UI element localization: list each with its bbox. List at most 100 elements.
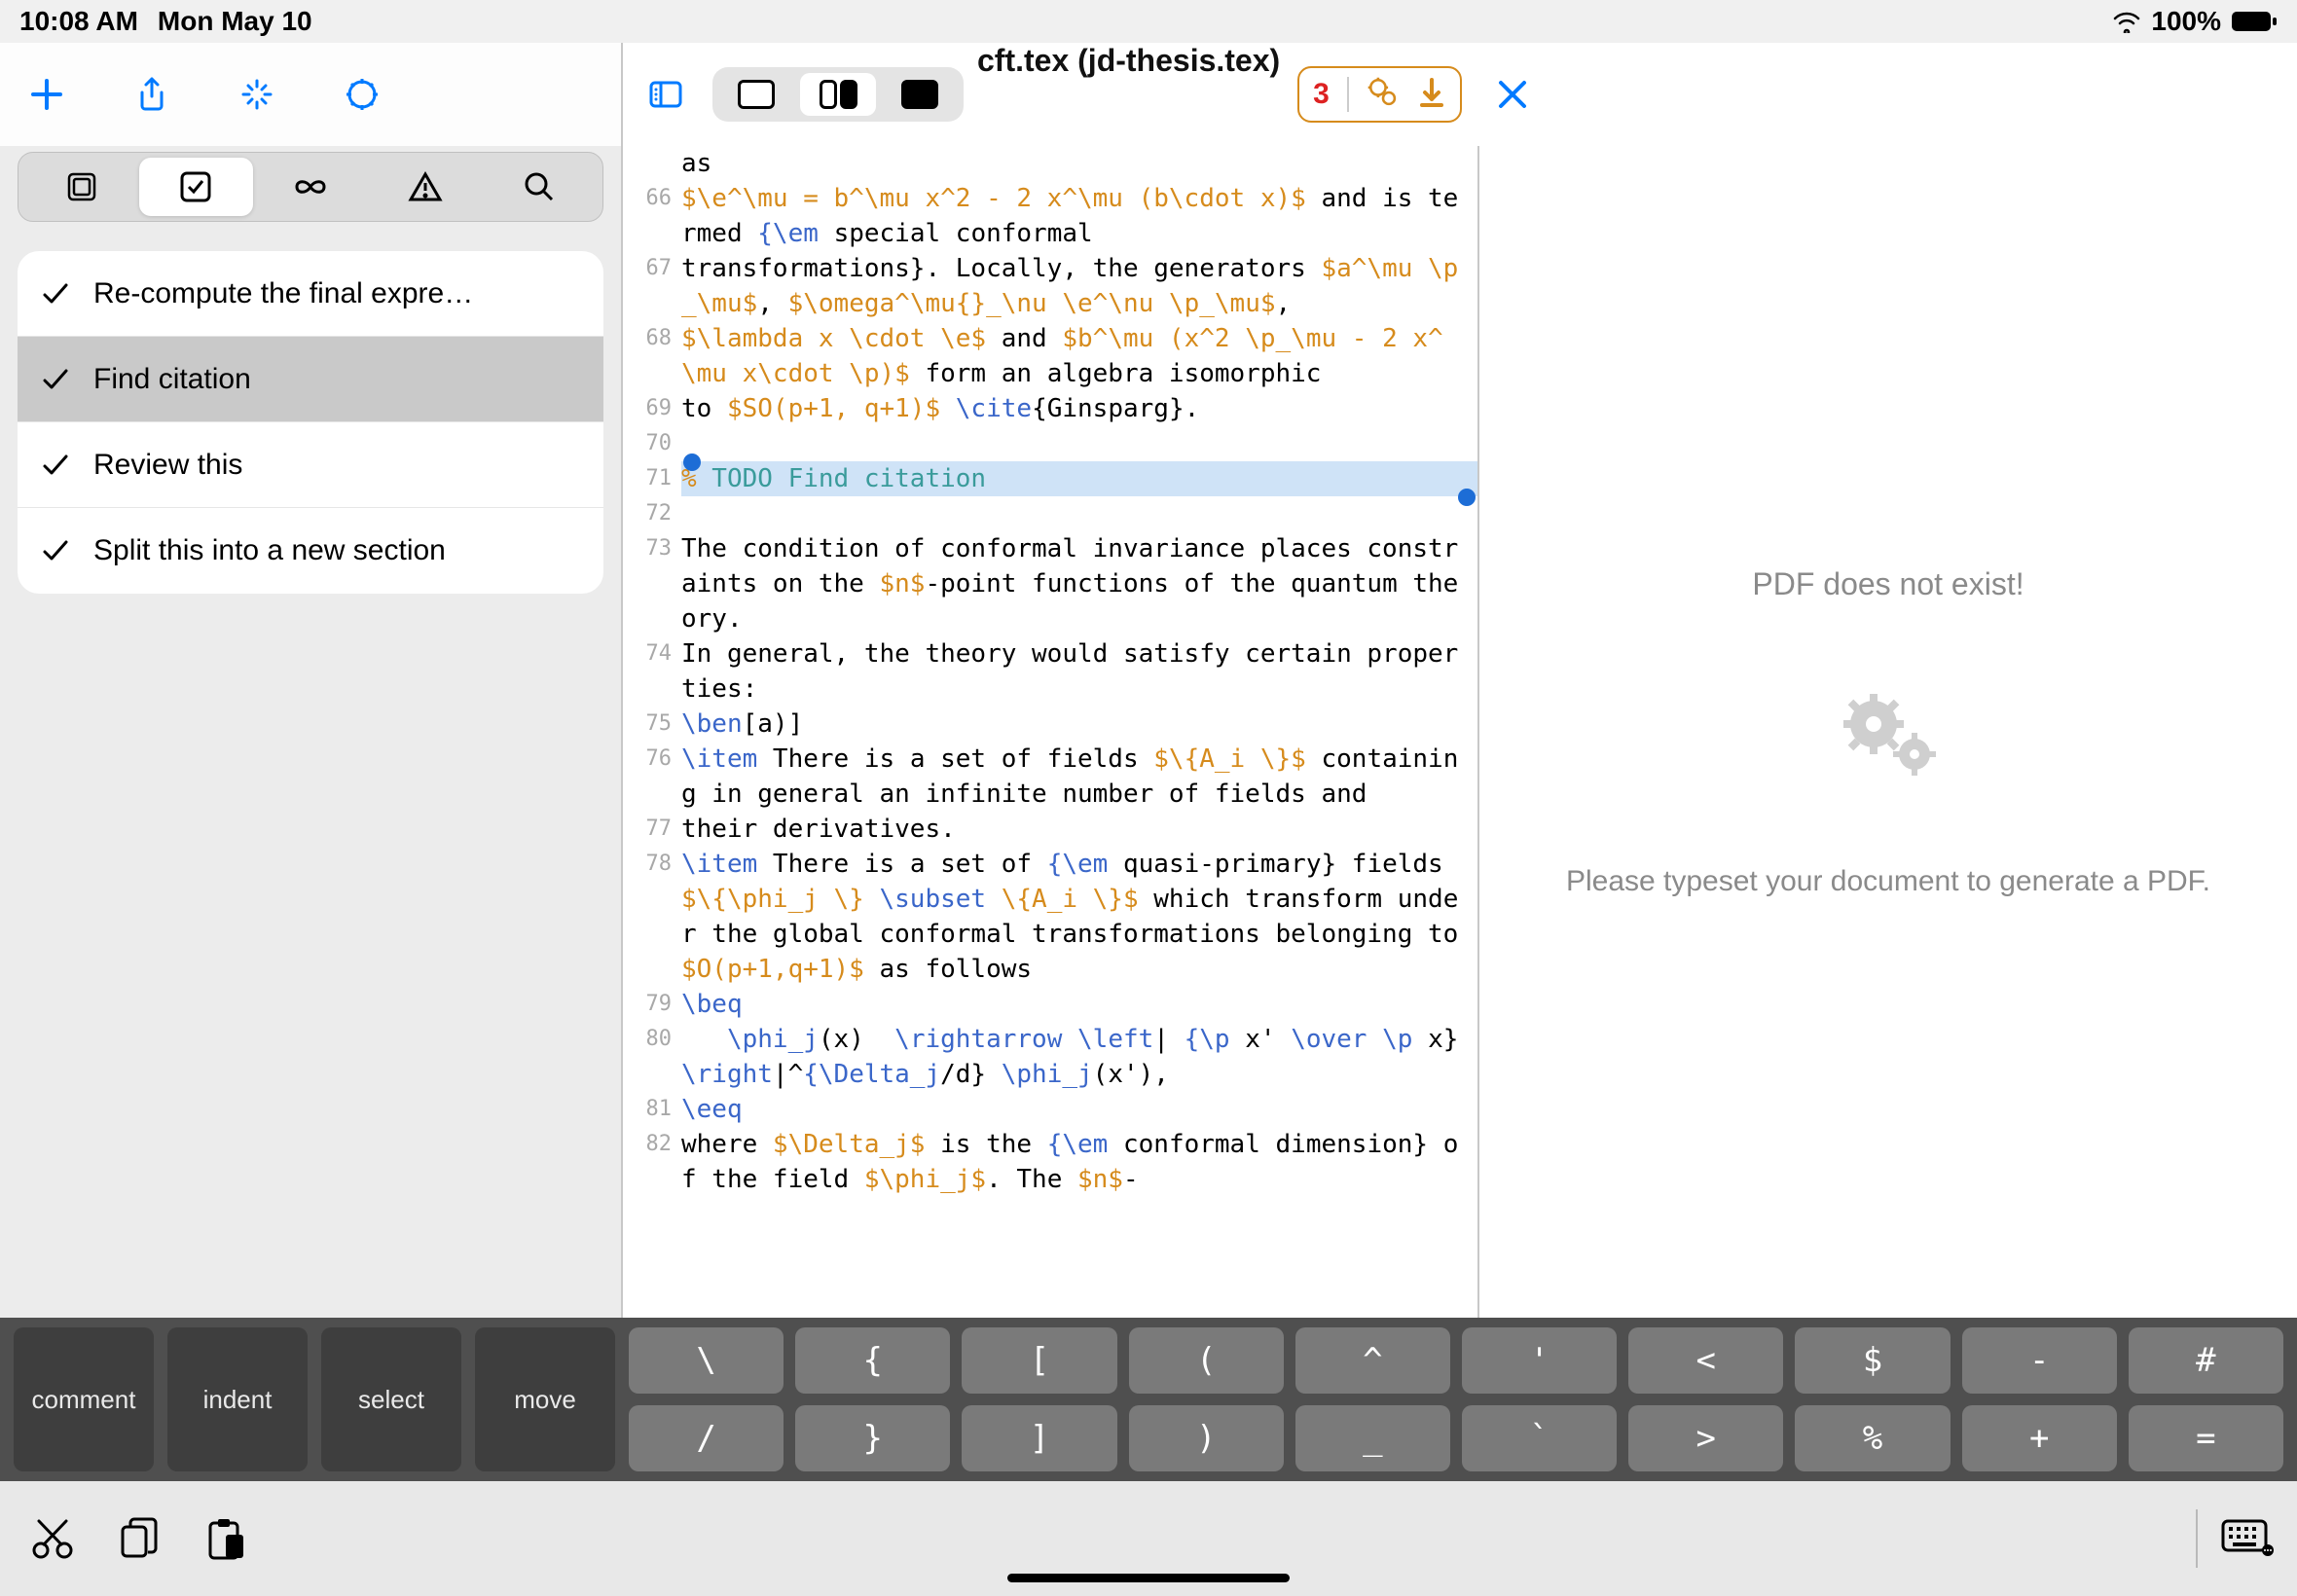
wifi-icon (2112, 10, 2141, 33)
code-content[interactable] (681, 496, 1477, 531)
code-content[interactable]: % TODO Find citation (681, 461, 1477, 496)
code-content[interactable]: where $\Delta_j$ is the {\em conformal d… (681, 1127, 1477, 1197)
todo-item[interactable]: Split this into a new section (18, 508, 603, 594)
line-number: 72 (623, 496, 681, 531)
home-indicator[interactable] (1007, 1574, 1290, 1582)
line-number: 68 (623, 321, 681, 391)
code-content[interactable]: as (681, 146, 1477, 181)
code-content[interactable]: $\lambda x \cdot \e$ and $b^\mu (x^2 \p_… (681, 321, 1477, 391)
line-number: 66 (623, 181, 681, 251)
kbd-key[interactable]: ` (1462, 1405, 1617, 1471)
code-content[interactable] (681, 426, 1477, 461)
kbd-key[interactable]: ] (962, 1405, 1116, 1471)
sidebar-filter-warnings[interactable] (368, 158, 483, 216)
add-button[interactable] (18, 65, 76, 124)
close-button[interactable] (1483, 65, 1542, 124)
kbd-key[interactable]: % (1795, 1405, 1950, 1471)
sidebar-filter-infinity[interactable] (253, 158, 368, 216)
kbd-key[interactable]: \ (629, 1327, 784, 1394)
share-button[interactable] (123, 65, 181, 124)
kbd-action-indent[interactable]: indent (167, 1327, 308, 1471)
paste-icon[interactable] (201, 1515, 247, 1562)
view-mode-editor[interactable] (718, 73, 794, 116)
kbd-key[interactable]: = (2129, 1405, 2283, 1471)
download-icon[interactable] (1417, 76, 1446, 114)
code-content[interactable]: The condition of conformal invariance pl… (681, 531, 1477, 636)
keyboard-icon[interactable] (2221, 1515, 2268, 1562)
code-content[interactable]: \item There is a set of fields $\{A_i \}… (681, 742, 1477, 812)
todo-item[interactable]: Find citation (18, 337, 603, 422)
code-content[interactable]: In general, the theory would satisfy cer… (681, 636, 1477, 707)
sidebar-filter-search[interactable] (482, 158, 597, 216)
code-line[interactable]: 82where $\Delta_j$ is the {\em conformal… (623, 1127, 1477, 1197)
code-line[interactable]: 76\item There is a set of fields $\{A_i … (623, 742, 1477, 812)
kbd-key[interactable]: } (795, 1405, 950, 1471)
kbd-action-move[interactable]: move (475, 1327, 615, 1471)
settings-button[interactable] (333, 65, 391, 124)
code-content[interactable]: \item There is a set of {\em quasi-prima… (681, 847, 1477, 987)
code-line[interactable]: as (623, 146, 1477, 181)
code-line[interactable]: 70 (623, 426, 1477, 461)
spark-button[interactable] (228, 65, 286, 124)
typeset-gear-icon[interactable] (1367, 76, 1400, 114)
code-content[interactable]: \eeq (681, 1092, 1477, 1127)
code-line[interactable]: 71% TODO Find citation (623, 461, 1477, 496)
todo-item[interactable]: Review this (18, 422, 603, 508)
sidebar-toggle-button[interactable] (637, 65, 695, 124)
sidebar-filter-segmented[interactable] (18, 152, 603, 222)
line-number: 81 (623, 1092, 681, 1127)
editor-body[interactable]: as66$\e^\mu = b^\mu x^2 - 2 x^\mu (b\cdo… (623, 146, 1477, 1318)
error-count[interactable]: 3 (1313, 78, 1330, 111)
code-line[interactable]: 80 \phi_j(x) \rightarrow \left| {\p x' \… (623, 1022, 1477, 1092)
code-content[interactable]: transformations}. Locally, the generator… (681, 251, 1477, 321)
line-number: 77 (623, 812, 681, 847)
kbd-key[interactable]: + (1962, 1405, 2117, 1471)
line-number: 69 (623, 391, 681, 426)
kbd-key[interactable]: / (629, 1405, 784, 1471)
view-mode-toggle[interactable] (712, 67, 964, 122)
code-line[interactable]: 81\eeq (623, 1092, 1477, 1127)
code-content[interactable]: $\e^\mu = b^\mu x^2 - 2 x^\mu (b\cdot x)… (681, 181, 1477, 251)
kbd-key[interactable]: ) (1129, 1405, 1284, 1471)
code-content[interactable]: their derivatives. (681, 812, 1477, 847)
todo-item[interactable]: Re-compute the final expre… (18, 251, 603, 337)
kbd-key[interactable]: # (2129, 1327, 2283, 1394)
code-content[interactable]: \phi_j(x) \rightarrow \left| {\p x' \ove… (681, 1022, 1477, 1092)
kbd-action-comment[interactable]: comment (14, 1327, 154, 1471)
code-line[interactable]: 72 (623, 496, 1477, 531)
sidebar-filter-outline[interactable] (24, 158, 139, 216)
code-line[interactable]: 69to $SO(p+1, q+1)$ \cite{Ginsparg}. (623, 391, 1477, 426)
code-content[interactable]: to $SO(p+1, q+1)$ \cite{Ginsparg}. (681, 391, 1477, 426)
editor-pane[interactable]: as66$\e^\mu = b^\mu x^2 - 2 x^\mu (b\cdo… (623, 146, 1479, 1318)
code-line[interactable]: 66$\e^\mu = b^\mu x^2 - 2 x^\mu (b\cdot … (623, 181, 1477, 251)
kbd-key[interactable]: ' (1462, 1327, 1617, 1394)
code-line[interactable]: 77their derivatives. (623, 812, 1477, 847)
kbd-key[interactable]: ( (1129, 1327, 1284, 1394)
kbd-action-select[interactable]: select (321, 1327, 461, 1471)
code-line[interactable]: 74In general, the theory would satisfy c… (623, 636, 1477, 707)
kbd-key[interactable]: [ (962, 1327, 1116, 1394)
copy-icon[interactable] (115, 1515, 162, 1562)
kbd-key[interactable]: ^ (1295, 1327, 1450, 1394)
code-line[interactable]: 75\ben[a)] (623, 707, 1477, 742)
code-line[interactable]: 78\item There is a set of {\em quasi-pri… (623, 847, 1477, 987)
code-line[interactable]: 73The condition of conformal invariance … (623, 531, 1477, 636)
sidebar-filter-todos[interactable] (139, 158, 254, 216)
kbd-key[interactable]: < (1628, 1327, 1783, 1394)
view-mode-pdf[interactable] (882, 73, 958, 116)
kbd-key[interactable]: > (1628, 1405, 1783, 1471)
battery-icon (2231, 10, 2278, 33)
view-mode-split[interactable] (800, 73, 876, 116)
kbd-key[interactable]: - (1962, 1327, 2117, 1394)
kbd-key[interactable]: { (795, 1327, 950, 1394)
code-line[interactable]: 68$\lambda x \cdot \e$ and $b^\mu (x^2 \… (623, 321, 1477, 391)
bottom-bar-divider (2196, 1509, 2198, 1568)
code-content[interactable]: \ben[a)] (681, 707, 1477, 742)
kbd-key[interactable]: _ (1295, 1405, 1450, 1471)
code-line[interactable]: 79\beq (623, 987, 1477, 1022)
code-line[interactable]: 67transformations}. Locally, the generat… (623, 251, 1477, 321)
kbd-key[interactable]: $ (1795, 1327, 1950, 1394)
code-content[interactable]: \beq (681, 987, 1477, 1022)
cut-icon[interactable] (29, 1515, 76, 1562)
errors-typeset-group[interactable]: 3 (1297, 66, 1462, 123)
